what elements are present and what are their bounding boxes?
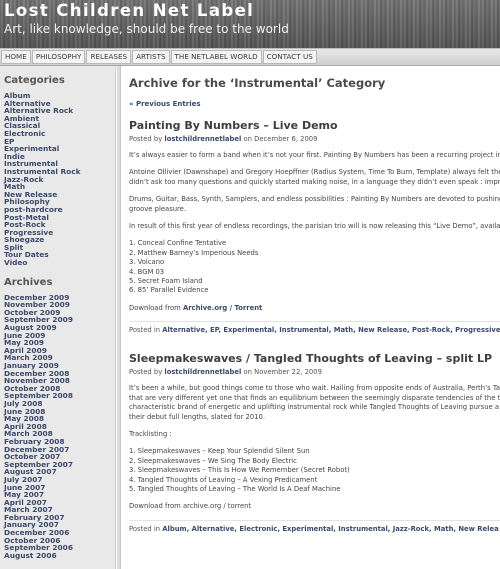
track-item: 6. 85’ Parallel Evidence	[129, 286, 209, 295]
nav-releases[interactable]: RELEASES	[86, 50, 132, 64]
posted-by-label: Posted by	[129, 135, 163, 143]
post-body: It’s been a while, but good things come …	[129, 384, 500, 511]
posted-by-label: Posted by	[129, 368, 163, 377]
main-nav: HOME PHILOSOPHY RELEASES ARTISTS THE NET…	[0, 48, 500, 66]
categories-list: Album Alternative Alternative Rock Ambient C…	[4, 92, 115, 267]
tracklist: 1. Sleepmakeswaves – Keep Your Splendid …	[129, 447, 500, 494]
post-paragraph: Antoine Ollivier (Dawnshape) and Gregory…	[129, 168, 500, 187]
track-item: 1. Conceal Confine Tentative	[129, 239, 227, 248]
download-line: Download from archive.org / torrent	[129, 502, 500, 511]
post-title[interactable]: Sleepmakeswaves / Tangled Thoughts of Le…	[129, 352, 500, 365]
main-area: Archive for the ‘Instrumental’ Category …	[117, 66, 500, 569]
posted-in-label: Posted in	[129, 524, 161, 533]
post-line: characteristic brand of energetic and up…	[129, 403, 500, 412]
category-item-link[interactable]: Video	[4, 258, 28, 267]
tracklist-label: Tracklisting :	[129, 429, 172, 438]
category-item[interactable]: Electronic	[4, 130, 115, 138]
track-item: 3. Volcano	[129, 258, 165, 267]
post-paragraph: It’s been a while, but good things come …	[129, 384, 500, 422]
post-date: on December 6, 2009	[243, 135, 318, 143]
category-links[interactable]: Album, Alternative, Electronic, Experime…	[162, 525, 498, 533]
track-item: 3. Sleepmakeswaves – This Is How We Reme…	[129, 466, 350, 475]
nav-home[interactable]: HOME	[1, 50, 31, 64]
post-paragraph: In result of this first year of endless …	[129, 222, 500, 231]
post-line: Antoine Ollivier (Dawnshape) and Gregory…	[129, 168, 500, 177]
track-item: 2. Sleepmakeswaves – We Sing The Body El…	[129, 456, 297, 465]
track-item: 4. BGM 03	[129, 267, 165, 276]
content: Archive for the ‘Instrumental’ Category …	[120, 66, 500, 569]
site-title[interactable]: Lost Children Net Label	[4, 1, 254, 20]
nav-philosophy[interactable]: PHILOSOPHY	[31, 50, 86, 64]
track-item: 4. Tangled Thoughts of Leaving – A Vexin…	[129, 475, 318, 484]
download-line: Download from Archive.org / Torrent	[129, 304, 500, 313]
categories-heading: Categories	[4, 75, 65, 86]
post-paragraph: Drums, Guitar, Bass, Synth, Samplers, an…	[129, 195, 500, 214]
category-item[interactable]: Video	[4, 259, 115, 267]
post-meta: Posted by lostchildrennetlabel on Decemb…	[129, 135, 500, 143]
download-label: Download from	[129, 502, 181, 511]
nav-artists[interactable]: ARTISTS	[132, 50, 170, 64]
post-line: that are very different yet one that fin…	[129, 393, 500, 402]
post-line: groove pleasure.	[129, 204, 187, 213]
post-paragraph: It’s always easier to form a band when i…	[129, 151, 500, 159]
nav-contact[interactable]: CONTACT US	[262, 50, 317, 64]
posted-in-label: Posted in	[129, 326, 161, 335]
post-line: Drums, Guitar, Bass, Synth, Samplers, an…	[129, 195, 500, 204]
download-link[interactable]: archive.org / torrent	[183, 502, 251, 510]
archive-item[interactable]: August 2006	[4, 552, 115, 560]
nav-netlabel-world[interactable]: THE NETLABEL WORLD	[170, 50, 262, 64]
archives-list: December 2009 November 2009 October 2009 Se…	[4, 293, 115, 560]
post-body: It’s always easier to form a band when i…	[129, 151, 500, 313]
track-item: 5. Secret Foam Island	[129, 277, 203, 286]
category-links[interactable]: Alternative, EP, Experimental, Instrumen…	[162, 326, 500, 334]
download-link[interactable]: Archive.org / Torrent	[183, 304, 262, 312]
track-item: 5. Tangled Thoughts of Leaving – The Wor…	[129, 484, 341, 493]
download-label: Download from	[129, 303, 181, 312]
archives-heading: Archives	[4, 276, 53, 288]
archive-title: Archive for the ‘Instrumental’ Category	[129, 76, 386, 90]
post-categories: Posted in Alternative, EP, Experimental,…	[129, 321, 500, 334]
post-author[interactable]: lostchildrennetlabel	[164, 368, 241, 376]
post-line: their debut full lengths, slated for 201…	[129, 412, 265, 421]
archive-item-link[interactable]: August 2006	[4, 551, 57, 560]
site-tagline: Art, like knowledge, should be free to t…	[4, 22, 289, 36]
post-date: on November 22, 2009	[243, 368, 322, 377]
previous-entries-link[interactable]: « Previous Entries	[129, 100, 500, 108]
post-meta: Posted by lostchildrennetlabel on Novemb…	[129, 368, 500, 376]
sidebar: Categories Album Alternative Alternative R…	[0, 66, 116, 569]
track-item: 2. Matthew Barney’s Imperious Needs	[129, 248, 259, 257]
post: Sleepmakeswaves / Tangled Thoughts of Le…	[129, 352, 500, 533]
post: Painting By Numbers – Live Demo Posted b…	[129, 119, 500, 334]
post-title[interactable]: Painting By Numbers – Live Demo	[129, 119, 500, 132]
post-author[interactable]: lostchildrennetlabel	[164, 135, 241, 143]
post-line: It’s been a while, but good things come …	[129, 384, 500, 393]
post-line: didn’t ask too many questions and quickl…	[129, 177, 500, 186]
track-item: 1. Sleepmakeswaves – Keep Your Splendid …	[129, 447, 310, 456]
site-header: Lost Children Net Label Art, like knowle…	[0, 0, 500, 48]
post-categories: Posted in Album, Alternative, Electronic…	[129, 519, 500, 533]
tracklist: 1. Conceal Confine Tentative 2. Matthew …	[129, 239, 500, 295]
